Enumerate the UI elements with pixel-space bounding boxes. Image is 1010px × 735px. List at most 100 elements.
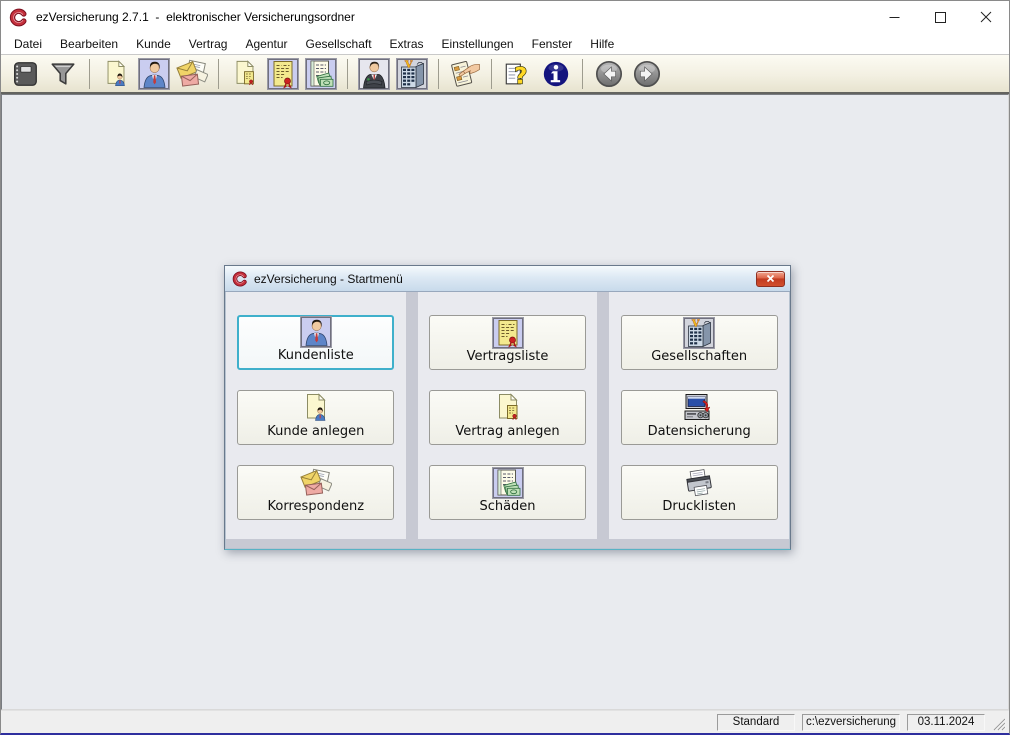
status-profile: Standard	[717, 713, 795, 731]
button-label: Vertragsliste	[466, 349, 549, 364]
toolbar-separator	[438, 58, 439, 89]
companies-button[interactable]	[393, 57, 431, 91]
menu-item-gesellschaft[interactable]: Gesellschaft	[297, 35, 381, 53]
menu-item-vertrag[interactable]: Vertrag	[180, 35, 237, 53]
app-logo-icon	[232, 271, 248, 287]
menu-item-extras[interactable]: Extras	[381, 35, 433, 53]
close-icon	[980, 11, 992, 23]
menu-bar: Datei Bearbeiten Kunde Vertrag Agentur G…	[1, 33, 1009, 55]
menu-item-hilfe[interactable]: Hilfe	[581, 35, 623, 53]
toolbar-separator	[491, 58, 492, 89]
resize-grip-icon[interactable]	[993, 717, 1007, 731]
backup-icon	[683, 392, 715, 424]
agent-button[interactable]	[355, 57, 393, 91]
print-lists-icon	[683, 467, 715, 499]
toolbar-separator	[582, 58, 583, 89]
title-bar: ezVersicherung 2.7.1 - elektronischer Ve…	[1, 1, 1009, 33]
dialog-title: ezVersicherung - Startmenü	[254, 271, 403, 286]
vertrag-anlegen-button[interactable]: Vertrag anlegen	[429, 390, 586, 445]
info-icon	[541, 59, 571, 89]
addressbook-icon	[10, 59, 40, 89]
correspondence-button[interactable]	[173, 57, 211, 91]
new-contract-icon	[492, 392, 524, 424]
status-date: 03.11.2024	[907, 713, 985, 731]
companies-icon	[396, 58, 428, 90]
print-selection-icon	[449, 58, 481, 90]
button-label: Datensicherung	[647, 424, 751, 439]
claims-icon	[305, 58, 337, 90]
button-label: Kundenliste	[277, 348, 354, 363]
contract-list-button[interactable]	[264, 57, 302, 91]
dialog-column-kunde: Kundenliste Kunde anlegen Korrespondenz	[226, 292, 406, 539]
close-button[interactable]	[963, 1, 1009, 33]
button-label: Vertrag anlegen	[455, 424, 560, 439]
menu-item-datei[interactable]: Datei	[5, 35, 51, 53]
new-customer-button[interactable]	[97, 57, 135, 91]
agent-icon	[358, 58, 390, 90]
button-label: Schäden	[479, 499, 536, 514]
drucklisten-button[interactable]: Drucklisten	[620, 465, 778, 520]
vertragsliste-button[interactable]: Vertragsliste	[429, 315, 586, 370]
nav-back-icon	[594, 59, 624, 89]
dialog-close-button[interactable]	[756, 270, 785, 287]
app-window: ezVersicherung 2.7.1 - elektronischer Ve…	[0, 0, 1010, 735]
window-title: ezVersicherung 2.7.1 - elektronischer Ve…	[36, 10, 355, 24]
toolbar-separator	[89, 58, 90, 89]
kundenliste-button[interactable]: Kundenliste	[237, 315, 395, 370]
toolbar-separator	[347, 58, 348, 89]
dialog-column-vertrag: Vertragsliste Vertrag anlegen Schäden	[417, 292, 598, 539]
contract-list-icon	[267, 58, 299, 90]
dialog-title-bar: ezVersicherung - Startmenü	[225, 266, 790, 292]
new-customer-icon	[300, 392, 332, 424]
correspondence-icon	[176, 58, 208, 90]
nav-forward-icon	[632, 59, 662, 89]
new-contract-button[interactable]	[226, 57, 264, 91]
menu-item-bearbeiten[interactable]: Bearbeiten	[51, 35, 127, 53]
menu-item-fenster[interactable]: Fenster	[523, 35, 582, 53]
toolbar-separator	[218, 58, 219, 89]
help-button[interactable]	[499, 57, 537, 91]
claims-icon	[492, 467, 524, 499]
button-label: Gesellschaften	[651, 349, 748, 364]
status-bar: Standard c:\ezversicherung 03.11.2024	[1, 710, 1009, 733]
window-controls	[871, 1, 1009, 33]
maximize-icon	[934, 11, 946, 23]
help-icon	[503, 59, 533, 89]
datensicherung-button[interactable]: Datensicherung	[620, 390, 778, 445]
menu-item-kunde[interactable]: Kunde	[127, 35, 180, 53]
dialog-body: Kundenliste Kunde anlegen Korrespondenz	[225, 292, 790, 549]
addressbook-button[interactable]	[6, 57, 44, 91]
nav-back-button[interactable]	[590, 57, 628, 91]
app-logo-icon	[9, 8, 28, 27]
minimize-button[interactable]	[871, 1, 917, 33]
customer-list-button[interactable]	[135, 57, 173, 91]
button-label: Kunde anlegen	[267, 424, 365, 439]
dialog-column-sonstiges: Gesellschaften Datensicherung Druckliste…	[609, 292, 790, 539]
correspondence-icon	[300, 467, 332, 499]
companies-icon	[683, 317, 715, 349]
print-selection-button[interactable]	[446, 57, 484, 91]
menu-item-einstellungen[interactable]: Einstellungen	[433, 35, 523, 53]
gesellschaften-button[interactable]: Gesellschaften	[620, 315, 778, 370]
menu-item-agentur[interactable]: Agentur	[236, 35, 296, 53]
button-label: Korrespondenz	[267, 499, 365, 514]
info-button[interactable]	[537, 57, 575, 91]
kunde-anlegen-button[interactable]: Kunde anlegen	[237, 390, 395, 445]
button-label: Drucklisten	[662, 499, 736, 514]
contract-list-icon	[492, 317, 524, 349]
customer-list-icon	[300, 316, 332, 348]
new-contract-icon	[230, 59, 260, 89]
korrespondenz-button[interactable]: Korrespondenz	[237, 465, 395, 520]
minimize-icon	[889, 16, 899, 18]
startmenu-dialog: ezVersicherung - Startmenü Kundenliste K…	[224, 265, 791, 550]
mdi-workspace: ezVersicherung - Startmenü Kundenliste K…	[1, 94, 1009, 710]
close-icon	[766, 274, 775, 283]
maximize-button[interactable]	[917, 1, 963, 33]
filter-button[interactable]	[44, 57, 82, 91]
toolbar	[1, 55, 1009, 94]
schaeden-button[interactable]: Schäden	[429, 465, 586, 520]
new-customer-icon	[101, 59, 131, 89]
claims-button[interactable]	[302, 57, 340, 91]
filter-icon	[48, 59, 78, 89]
nav-forward-button[interactable]	[628, 57, 666, 91]
